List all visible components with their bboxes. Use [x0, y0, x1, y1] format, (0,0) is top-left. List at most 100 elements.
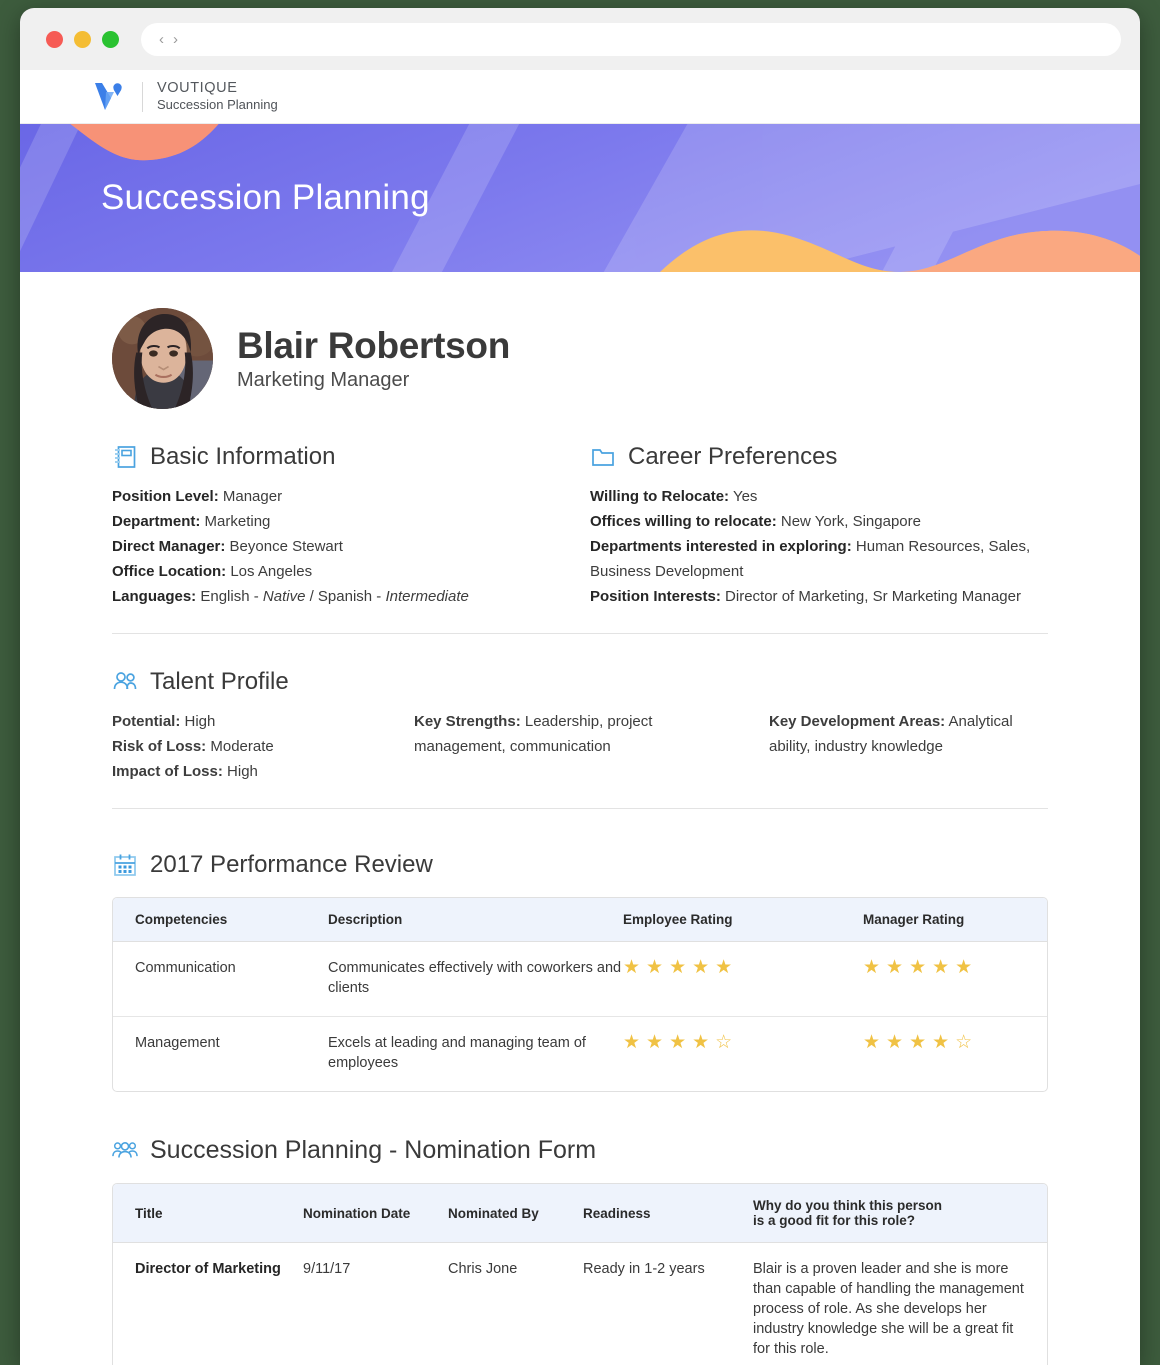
employee-rating-stars: ★★★★★: [623, 957, 739, 978]
performance-review-table: Competencies Description Employee Rating…: [112, 897, 1048, 1092]
main-content: Blair Robertson Marketing Manager Basic …: [20, 272, 1140, 1365]
minimize-window-button[interactable]: [74, 30, 91, 48]
talent-field-risk-of-loss: Risk of Loss: Moderate: [112, 734, 414, 759]
cell-reason: Blair is a proven leader and she is more…: [753, 1242, 1047, 1365]
basic-field-office-location: Office Location: Los Angeles: [112, 559, 590, 584]
basic-information-section: Basic Information Position Level: Manage…: [112, 443, 590, 609]
person-name: Blair Robertson: [237, 325, 511, 366]
cell-description: Excels at leading and managing team of e…: [328, 1035, 586, 1071]
talent-field-key-development-areas: Key Development Areas: Analytical abilit…: [769, 709, 1048, 759]
basic-information-header: Basic Information: [112, 443, 590, 471]
app-brand-bar: VOUTIQUE Succession Planning: [20, 70, 1140, 124]
talent-field-impact-of-loss: Impact of Loss: High: [112, 759, 414, 784]
language-spanish-level: Intermediate: [385, 588, 469, 605]
notebook-icon: [112, 444, 138, 470]
table-row: Director of Marketing 9/11/17 Chris Jone…: [113, 1242, 1047, 1365]
field-label: Potential:: [112, 713, 181, 730]
field-label: Willing to Relocate:: [590, 488, 730, 505]
address-bar[interactable]: ‹ ›: [141, 22, 1121, 56]
field-value: Beyonce Stewart: [229, 538, 343, 555]
hero-banner: Succession Planning: [20, 124, 1140, 272]
table-header-row: Title Nomination Date Nominated By Readi…: [113, 1184, 1047, 1243]
brand-subtitle: Succession Planning: [157, 97, 278, 113]
maximize-window-button[interactable]: [102, 30, 119, 48]
talent-field-key-strengths: Key Strengths: Leadership, project manag…: [414, 709, 729, 759]
profile-name-block: Blair Robertson Marketing Manager: [237, 325, 510, 392]
nav-arrows[interactable]: ‹ ›: [159, 32, 178, 47]
career-preferences-section: Career Preferences Willing to Relocate: …: [590, 443, 1048, 609]
column-header-manager-rating: Manager Rating: [863, 898, 1047, 942]
performance-review-title: 2017 Performance Review: [150, 851, 433, 878]
table-header-row: Competencies Description Employee Rating…: [113, 898, 1047, 942]
talent-field-potential: Potential: High: [112, 709, 414, 734]
field-value: High: [227, 763, 258, 780]
profile-header: Blair Robertson Marketing Manager: [112, 272, 1048, 409]
nomination-form-table: Title Nomination Date Nominated By Readi…: [112, 1183, 1048, 1365]
career-preferences-header: Career Preferences: [590, 443, 1048, 471]
calendar-icon: [112, 852, 138, 878]
career-field-position-interests: Position Interests: Director of Marketin…: [590, 584, 1048, 609]
basic-field-languages: Languages: English - Native / Spanish - …: [112, 584, 590, 609]
avatar: [112, 308, 213, 409]
close-window-button[interactable]: [46, 30, 63, 48]
field-label: Position Level:: [112, 488, 219, 505]
window-controls[interactable]: [34, 30, 119, 48]
career-field-offices-willing-to-relocate: Offices willing to relocate: New York, S…: [590, 509, 1048, 534]
talent-profile-header: Talent Profile: [112, 668, 1048, 696]
cell-title: Director of Marketing: [113, 1242, 303, 1365]
field-label: Languages:: [112, 588, 197, 605]
nomination-form-title: Succession Planning - Nomination Form: [150, 1136, 597, 1164]
basic-field-department: Department: Marketing: [112, 509, 590, 534]
talent-column-strengths: Key Strengths: Leadership, project manag…: [414, 709, 769, 784]
career-field-departments-interested: Departments interested in exploring: Hum…: [590, 534, 1048, 584]
cell-competency: Communication: [113, 941, 328, 1017]
brand-name: VOUTIQUE: [157, 80, 238, 97]
three-people-icon: [112, 1138, 138, 1164]
field-label: Office Location:: [112, 563, 227, 580]
career-field-willing-to-relocate: Willing to Relocate: Yes: [590, 484, 1048, 509]
logo-divider: [142, 81, 143, 112]
nomination-form-section: Succession Planning - Nomination Form Ti…: [112, 1136, 1048, 1365]
cell-description: Communicates effectively with coworkers …: [328, 941, 623, 1017]
column-header-competencies: Competencies: [113, 898, 328, 942]
forward-icon[interactable]: ›: [173, 32, 178, 47]
talent-profile-section: Talent Profile Potential: High Risk of L…: [112, 668, 1048, 784]
column-header-title: Title: [113, 1184, 303, 1243]
back-icon[interactable]: ‹: [159, 32, 164, 47]
person-title: Marketing Manager: [237, 369, 410, 391]
table-row: Management Excels at leading and managin…: [113, 1017, 1047, 1092]
cell-nominated-by: Chris Jone: [448, 1242, 583, 1365]
column-header-nomination-date: Nomination Date: [303, 1184, 448, 1243]
divider: [112, 633, 1048, 634]
field-label: Offices willing to relocate:: [590, 513, 777, 530]
field-label: Departments interested in exploring:: [590, 538, 852, 555]
field-value: Marketing: [204, 513, 271, 530]
language-english: English -: [200, 588, 259, 605]
two-people-icon: [112, 669, 138, 695]
basic-information-title: Basic Information: [150, 443, 336, 470]
performance-review-body: Communication Communicates effectively w…: [113, 941, 1047, 1092]
field-value: Director of Marketing, Sr Marketing Mana…: [725, 588, 1021, 605]
column-header-employee-rating: Employee Rating: [623, 898, 863, 942]
brand-text: VOUTIQUE Succession Planning: [157, 80, 278, 112]
performance-review-header: 2017 Performance Review: [112, 851, 1048, 879]
field-value: Moderate: [210, 738, 274, 755]
language-separator: / Spanish -: [309, 588, 382, 605]
field-value: Manager: [222, 488, 283, 505]
column-header-description: Description: [328, 898, 623, 942]
field-value: Los Angeles: [230, 563, 313, 580]
column-header-nominated-by: Nominated By: [448, 1184, 583, 1243]
talent-column-risk: Potential: High Risk of Loss: Moderate I…: [112, 709, 414, 784]
manager-rating-stars: ★★★★☆: [863, 1032, 979, 1053]
employee-rating-stars: ★★★★☆: [623, 1032, 739, 1053]
reason-line-2: is a good fit for this role?: [753, 1213, 915, 1228]
field-label: Department:: [112, 513, 201, 530]
field-value: New York, Singapore: [780, 513, 921, 530]
talent-profile-columns: Potential: High Risk of Loss: Moderate I…: [112, 709, 1048, 784]
voutique-v-logo-icon: [92, 80, 132, 114]
field-label: Key Strengths:: [414, 713, 521, 730]
field-value: High: [184, 713, 216, 730]
field-label: Impact of Loss:: [112, 763, 223, 780]
performance-review-section: 2017 Performance Review Competencies Des…: [112, 851, 1048, 1092]
talent-column-development: Key Development Areas: Analytical abilit…: [769, 709, 1048, 784]
